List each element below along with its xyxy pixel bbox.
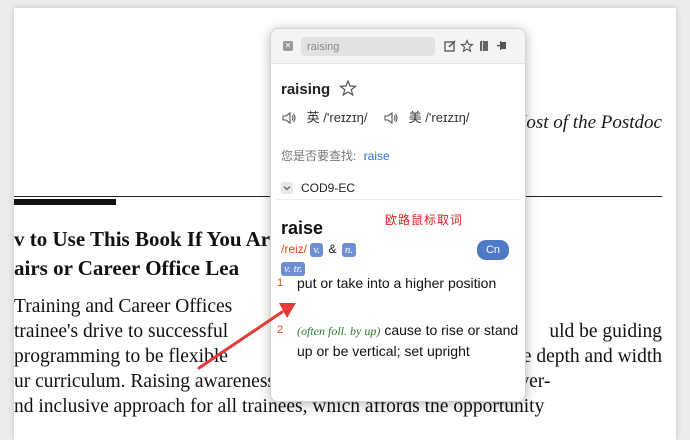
- phonetic-us-region: 美: [408, 110, 422, 125]
- speaker-icon: [282, 111, 296, 125]
- star-outline-icon[interactable]: [460, 39, 474, 53]
- favorite-star-icon[interactable]: [339, 79, 357, 97]
- entry-pronunciation-line: /reiz/ v. & n.: [281, 242, 357, 257]
- book-icon[interactable]: [477, 39, 491, 53]
- body-line-2: trainee's drive to successful: [14, 321, 229, 342]
- popup-toolbar: ✕: [271, 29, 525, 64]
- sense-definition: put or take into a higher position: [297, 273, 519, 293]
- dictionary-popup: ✕ raising 英 /'reɪzɪŋ/ 美 /'reɪzɪŋ/ 您是否要查找…: [270, 28, 526, 402]
- chevron-down-icon[interactable]: [281, 182, 293, 194]
- dictionary-name: COD9-EC: [301, 181, 356, 195]
- phonetic-uk-ipa: /'reɪzɪŋ/: [323, 110, 368, 125]
- section-title-line-2: airs or Career Office Lea: [14, 256, 240, 280]
- suggestion: 您是否要查找: raise: [281, 147, 390, 164]
- entry-headword: raise: [281, 218, 324, 238]
- entry-pronunciation: /reiz/: [281, 242, 308, 256]
- sense-number: 2: [277, 324, 284, 336]
- phonetic-us-ipa: /'reɪzɪŋ/: [425, 110, 470, 125]
- body-line-1: Training and Career Offices: [14, 296, 233, 317]
- pin-icon[interactable]: [495, 39, 509, 53]
- body-line-3-end: e depth and width: [522, 346, 662, 367]
- sense-definition: (often foll. by up) cause to rise or stan…: [297, 320, 519, 361]
- section-rule-accent: [14, 199, 116, 205]
- speaker-icon: [384, 111, 398, 125]
- query-word: raising: [281, 81, 331, 98]
- sense-number: 1: [277, 277, 284, 289]
- pos-tag-noun: n.: [341, 243, 357, 257]
- mouse-capture-hint: 欧路鼠标取词: [385, 213, 464, 227]
- edit-icon[interactable]: [443, 39, 457, 53]
- suggestion-link[interactable]: raise: [364, 149, 390, 163]
- suggestion-prefix: 您是否要查找:: [281, 149, 357, 163]
- body-line-3: programming to be flexible: [14, 346, 228, 367]
- close-icon[interactable]: ✕: [283, 41, 293, 51]
- sense-usage-note: (often foll. by up): [297, 324, 381, 338]
- body-line-2-end: uld be guiding: [549, 321, 662, 342]
- pos-tag-verb: v.: [310, 243, 324, 257]
- phonetic-uk-region: 英: [306, 110, 320, 125]
- phonetic-uk[interactable]: 英 /'reɪzɪŋ/: [281, 107, 368, 126]
- search-input[interactable]: [301, 37, 435, 56]
- dictionary-header[interactable]: COD9-EC: [277, 179, 519, 200]
- phonetic-us[interactable]: 美 /'reɪzɪŋ/: [383, 107, 470, 126]
- sense-text: put or take into a higher position: [297, 275, 497, 291]
- chinese-toggle-button[interactable]: Cn: [477, 240, 509, 260]
- pos-ampersand: &: [328, 242, 337, 256]
